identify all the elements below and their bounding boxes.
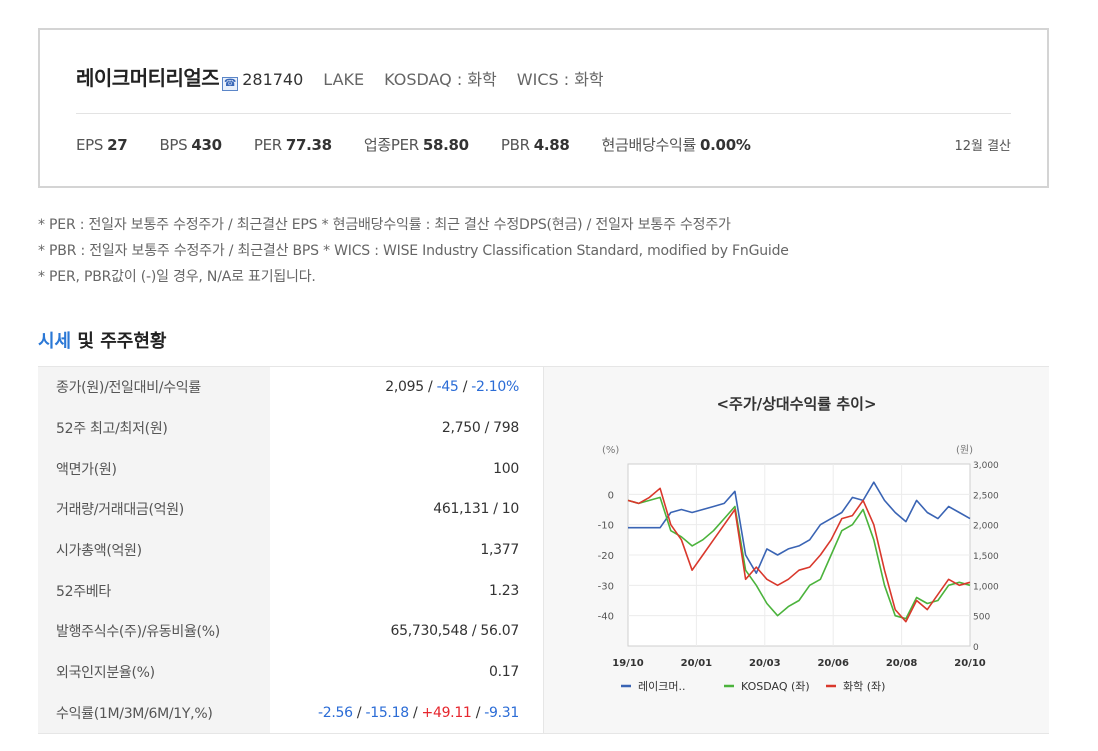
stat-value: 2,750 / 798 [441,419,519,436]
settlement-month: 12월 결산 [954,139,1011,154]
table-row: 52주 최고/최저(원) 2,750 / 798 [38,407,543,449]
english-code: LAKE [323,70,365,89]
table-row: 수익률(1M/3M/6M/1Y,%) -2.56 / -15.18 / +49.… [38,692,543,733]
table-row: 시가총액(억원) 1,377 [38,529,543,571]
table-row: 발행주식수(주)/유동비율(%) 65,730,548 / 56.07 [38,610,543,652]
left-tick-label: -10 [598,521,614,532]
right-axis-unit: (원) [956,444,973,456]
section-title: 시세 및 주주현황 [38,331,167,352]
footnote: * PBR : 전일자 보통주 수정주가 / 최근결산 BPS * WICS :… [38,243,789,259]
metric-pbr: PBR 4.88 [500,136,570,154]
summary-divider [76,113,1011,114]
left-tick-label: -20 [598,551,614,562]
market-panel: 종가(원)/전일대비/수익률 2,095 / -45 / -2.10% 52주 … [38,366,1049,734]
left-tick-label: -40 [598,612,614,623]
table-row: 거래량/거래대금(억원) 461,131 / 10 [38,488,543,530]
x-tick-label: 20/06 [817,658,849,669]
metric-per: PER 77.38 [253,136,332,154]
price-chart: 19/10 20/01 20/03 20/06 20/08 20/10 0 -10 -20 -30… [598,444,999,693]
footnote: * PER : 전일자 보통주 수정주가 / 최근결산 EPS * 현금배당수익… [38,217,731,233]
left-tick-label: -30 [598,581,614,592]
right-tick-label: 1,500 [973,552,999,562]
company-name: 레이크머티리얼즈 [76,66,220,90]
legend-label: 레이크머.. [638,680,685,693]
wics-classification: WICS : 화학 [516,70,604,89]
right-tick-label: 2,500 [973,491,999,501]
right-tick-label: 3,000 [973,461,999,471]
stat-value: 1,377 [480,541,519,558]
market-classification: KOSDAQ : 화학 [384,70,497,89]
stat-label: 발행주식수(주)/유동비율(%) [38,610,270,652]
metric-bps: BPS 430 [159,136,222,154]
right-tick-label: 1,000 [973,582,999,592]
table-row: 액면가(원) 100 [38,448,543,489]
metric-eps: EPS 27 [76,136,128,154]
x-tick-label: 20/08 [886,658,918,669]
legend-label: KOSDAQ (좌) [741,680,810,693]
stat-label: 52주베타 [38,570,270,611]
x-tick-label: 20/03 [749,658,781,669]
stat-label: 종가(원)/전일대비/수익률 [38,367,270,408]
stat-label: 거래량/거래대금(억원) [38,488,270,530]
footnotes: * PER : 전일자 보통주 수정주가 / 최근결산 EPS * 현금배당수익… [38,212,789,290]
metrics-row: EPS 27 BPS 430 PER 77.38 업종PER 58.80 PBR 4.88… [76,134,1011,155]
company-header: 레이크머티리얼즈 ☎ 281740 LAKE KOSDAQ : 화학 WICS … [76,62,604,92]
stat-value: 2,095 / -45 / -2.10% [385,379,519,396]
chart-area: <주가/상대수익률 추이> 19/10 20/01 20/03 20/06 20/08 2… [543,367,1049,733]
stat-value: 100 [493,460,519,477]
stat-label: 액면가(원) [38,448,270,489]
left-axis-unit: (%) [602,445,619,456]
footnote: * PER, PBR값이 (-)일 경우, N/A로 표기됩니다. [38,269,316,285]
stat-label: 시가총액(억원) [38,529,270,571]
metric-industry-per: 업종PER 58.80 [363,136,469,154]
right-tick-label: 0 [973,643,979,653]
stat-label: 수익률(1M/3M/6M/1Y,%) [38,692,270,733]
left-tick-label: 0 [608,490,614,501]
stat-value: 1.23 [489,582,519,599]
stat-label: 52주 최고/최저(원) [38,407,270,449]
table-row: 52주베타 1.23 [38,570,543,611]
stock-code: 281740 [242,70,304,89]
table-row: 종가(원)/전일대비/수익률 2,095 / -45 / -2.10% [38,367,543,408]
right-tick-label: 2,000 [973,522,999,532]
stat-value: 0.17 [489,663,519,680]
legend-label: 화학 (좌) [843,680,885,693]
right-tick-label: 500 [973,613,990,623]
x-tick-label: 20/01 [681,658,713,669]
stat-label: 외국인지분율(%) [38,651,270,693]
stats-table: 종가(원)/전일대비/수익률 2,095 / -45 / -2.10% 52주 … [38,367,543,733]
phone-icon[interactable]: ☎ [222,77,239,91]
x-tick-label: 19/10 [612,658,644,669]
stat-value: -2.56 / -15.18 / +49.11 / -9.31 [318,704,519,721]
stat-value: 65,730,548 / 56.07 [390,623,520,640]
stat-value: 461,131 / 10 [433,501,519,518]
table-row: 외국인지분율(%) 0.17 [38,651,543,693]
stock-summary-box: 레이크머티리얼즈 ☎ 281740 LAKE KOSDAQ : 화학 WICS … [38,28,1049,188]
metric-dividend-yield: 현금배당수익률 0.00% [601,136,751,154]
x-tick-label: 20/10 [954,658,986,669]
